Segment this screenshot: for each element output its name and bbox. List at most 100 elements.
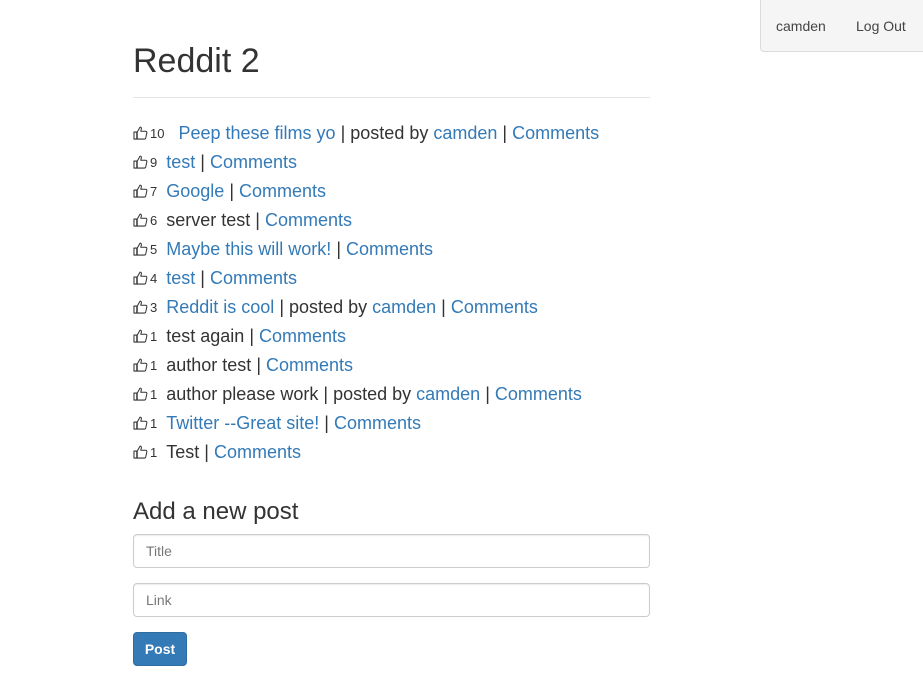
link-input[interactable] [133, 583, 650, 617]
vote-button[interactable]: 1 [133, 352, 157, 380]
post-item: 7 Google | Comments [133, 177, 650, 206]
post-item: 6 server test | Comments [133, 206, 650, 235]
vote-button[interactable]: 3 [133, 294, 157, 322]
vote-button[interactable]: 7 [133, 178, 157, 206]
thumbs-up-icon [133, 300, 150, 315]
vote-count: 1 [150, 358, 158, 373]
separator: | [441, 297, 446, 317]
post-button[interactable]: Post [133, 632, 187, 666]
comments-link[interactable]: Comments [266, 355, 353, 375]
vote-button[interactable]: 10 [133, 120, 164, 148]
vote-button[interactable]: 9 [133, 149, 157, 177]
thumbs-up-icon [133, 184, 150, 199]
post-title: Test [166, 442, 200, 462]
title-input[interactable] [133, 534, 650, 568]
vote-button[interactable]: 6 [133, 207, 157, 235]
separator: | [229, 181, 234, 201]
vote-count: 1 [150, 329, 158, 344]
comments-link[interactable]: Comments [265, 210, 352, 230]
post-item: 3 Reddit is cool | posted by camden | Co… [133, 293, 650, 322]
post-item: 1 author please work | posted by camden … [133, 380, 650, 409]
post-title-link[interactable]: test [166, 268, 195, 288]
comments-link[interactable]: Comments [495, 384, 582, 404]
post-title: server test [166, 210, 251, 230]
thumbs-up-icon [133, 387, 150, 402]
comments-link[interactable]: Comments [259, 326, 346, 346]
comments-link[interactable]: Comments [210, 152, 297, 172]
separator: | [255, 210, 260, 230]
separator: | [249, 326, 255, 346]
author-link[interactable]: camden [433, 123, 497, 143]
vote-button[interactable]: 5 [133, 236, 157, 264]
vote-button[interactable]: 1 [133, 410, 157, 438]
thumbs-up-icon [133, 329, 150, 344]
title-divider [133, 97, 650, 98]
thumbs-up-icon [133, 358, 150, 373]
thumbs-up-icon [133, 126, 150, 141]
vote-count: 4 [150, 271, 158, 286]
logout-link[interactable]: Log Out [856, 18, 906, 34]
main-container: Reddit 2 10 Peep these films yo | posted… [133, 0, 650, 666]
separator: | [340, 123, 346, 143]
separator: | [200, 152, 205, 172]
vote-count: 1 [150, 445, 158, 460]
separator: | [502, 123, 508, 143]
vote-count: 1 [150, 416, 158, 431]
post-item: 9 test | Comments [133, 148, 650, 177]
post-item: 10 Peep these films yo | posted by camde… [133, 119, 650, 148]
vote-button[interactable]: 4 [133, 265, 157, 293]
author-link[interactable]: camden [372, 297, 436, 317]
vote-button[interactable]: 1 [133, 381, 157, 409]
post-item: 5 Maybe this will work! | Comments [133, 235, 650, 264]
post-item: 1 author test | Comments [133, 351, 650, 380]
separator: | [204, 442, 209, 462]
post-title: author test [166, 355, 252, 375]
thumbs-up-icon [133, 155, 150, 170]
user-menu: camden Log Out [760, 0, 923, 52]
vote-button[interactable]: 1 [133, 439, 157, 467]
separator: | [324, 413, 329, 433]
vote-count: 10 [150, 126, 165, 141]
page-title: Reddit 2 [133, 42, 260, 80]
post-item: 1 Twitter --Great site! | Comments [133, 409, 650, 438]
posted-by-label: posted by [289, 297, 368, 317]
post-title-link[interactable]: Maybe this will work! [166, 239, 331, 259]
comments-link[interactable]: Comments [512, 123, 599, 143]
comments-link[interactable]: Comments [451, 297, 538, 317]
post-title: test again [166, 326, 245, 346]
thumbs-up-icon [133, 242, 150, 257]
post-title-link[interactable]: Reddit is cool [166, 297, 274, 317]
post-title-link[interactable]: test [166, 152, 195, 172]
separator: | [336, 239, 341, 259]
thumbs-up-icon [133, 416, 150, 431]
posted-by-label: posted by [350, 123, 429, 143]
post-title-link[interactable]: Google [166, 181, 224, 201]
separator: | [279, 297, 285, 317]
thumbs-up-icon [133, 271, 150, 286]
post-list: 10 Peep these films yo | posted by camde… [133, 119, 650, 467]
separator: | [323, 384, 329, 404]
post-title: author please work [166, 384, 319, 404]
separator: | [256, 355, 262, 375]
separator: | [485, 384, 490, 404]
post-title-link[interactable]: Peep these films yo [178, 123, 335, 143]
comments-link[interactable]: Comments [346, 239, 433, 259]
vote-count: 7 [150, 184, 158, 199]
post-title-link[interactable]: Twitter --Great site! [166, 413, 319, 433]
comments-link[interactable]: Comments [210, 268, 297, 288]
username-label: camden [776, 18, 826, 34]
post-item: 1 test again | Comments [133, 322, 650, 351]
vote-count: 6 [150, 213, 158, 228]
vote-count: 3 [150, 300, 158, 315]
vote-count: 9 [150, 155, 158, 170]
post-item: 4 test | Comments [133, 264, 650, 293]
vote-button[interactable]: 1 [133, 323, 157, 351]
author-link[interactable]: camden [416, 384, 480, 404]
thumbs-up-icon [133, 445, 150, 460]
comments-link[interactable]: Comments [214, 442, 301, 462]
vote-count: 1 [150, 387, 158, 402]
separator: | [200, 268, 205, 288]
comments-link[interactable]: Comments [239, 181, 326, 201]
add-post-heading: Add a new post [133, 498, 299, 525]
comments-link[interactable]: Comments [334, 413, 421, 433]
